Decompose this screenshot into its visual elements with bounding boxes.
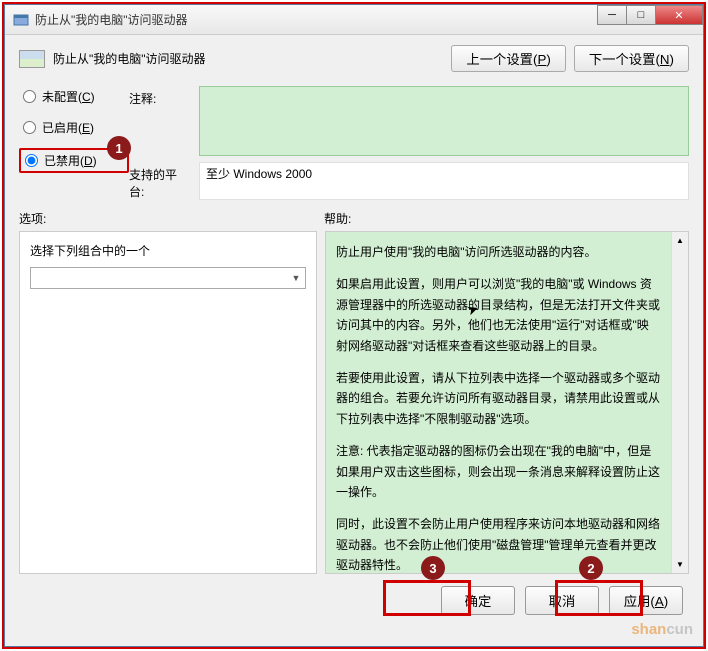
options-label: 选项: xyxy=(19,210,324,227)
policy-icon xyxy=(19,50,45,68)
app-icon xyxy=(13,12,29,28)
help-paragraph: 同时，此设置不会防止用户使用程序来访问本地驱动器和网络驱动器。也不会防止他们使用… xyxy=(336,514,660,574)
options-panel: 选择下列组合中的一个 ▼ xyxy=(19,231,317,574)
select-label: 选择下列组合中的一个 xyxy=(30,242,306,259)
help-label: 帮助: xyxy=(324,210,351,227)
annotation-3: 3 xyxy=(421,556,445,580)
chevron-down-icon: ▼ xyxy=(287,268,305,288)
annotation-2: 2 xyxy=(579,556,603,580)
maximize-button[interactable]: □ xyxy=(626,5,656,25)
radio-enabled[interactable]: 已启用(E) xyxy=(19,117,129,138)
help-paragraph: 注意: 代表指定驱动器的图标仍会出现在"我的电脑"中，但是如果用户双击这些图标，… xyxy=(336,441,660,502)
ok-button[interactable]: 确定 xyxy=(441,586,515,615)
help-paragraph: 防止用户使用"我的电脑"访问所选驱动器的内容。 xyxy=(336,242,660,262)
comment-box[interactable] xyxy=(199,86,689,156)
close-button[interactable]: ✕ xyxy=(655,5,703,25)
minimize-button[interactable]: ─ xyxy=(597,5,627,25)
scroll-up-icon[interactable]: ▲ xyxy=(672,232,688,249)
help-panel: 防止用户使用"我的电脑"访问所选驱动器的内容。 如果启用此设置，则用户可以浏览"… xyxy=(325,231,689,574)
prev-setting-button[interactable]: 上一个设置(P) xyxy=(451,45,565,72)
watermark: shancun xyxy=(631,621,693,638)
platform-label: 支持的平台: xyxy=(129,162,189,200)
comment-label: 注释: xyxy=(129,86,189,156)
help-paragraph: 如果启用此设置，则用户可以浏览"我的电脑"或 Windows 资源管理器中的所选… xyxy=(336,274,660,356)
cancel-button[interactable]: 取消 xyxy=(525,586,599,615)
apply-button[interactable]: 应用(A) xyxy=(609,586,683,615)
titlebar[interactable]: 防止从"我的电脑"访问驱动器 ─ □ ✕ xyxy=(5,5,703,35)
scrollbar[interactable]: ▲ ▼ xyxy=(671,232,688,573)
radio-unconfigured[interactable]: 未配置(C) xyxy=(19,86,129,107)
dialog-window: 防止从"我的电脑"访问驱动器 ─ □ ✕ 防止从"我的电脑"访问驱动器 上一个设… xyxy=(4,4,704,647)
annotation-1: 1 xyxy=(107,136,131,160)
window-title: 防止从"我的电脑"访问驱动器 xyxy=(35,11,188,28)
scroll-down-icon[interactable]: ▼ xyxy=(672,556,688,573)
platform-value: 至少 Windows 2000 xyxy=(199,162,689,200)
options-select[interactable]: ▼ xyxy=(30,267,306,289)
help-paragraph: 若要使用此设置，请从下拉列表中选择一个驱动器或多个驱动器的组合。若要允许访问所有… xyxy=(336,368,660,429)
page-title: 防止从"我的电脑"访问驱动器 xyxy=(53,50,206,67)
next-setting-button[interactable]: 下一个设置(N) xyxy=(574,45,689,72)
